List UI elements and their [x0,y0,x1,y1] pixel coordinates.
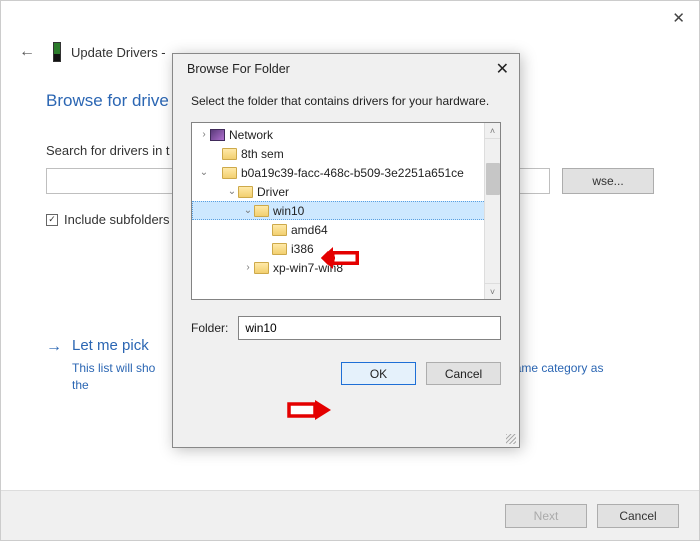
folder-icon [254,205,269,217]
close-icon[interactable]: ✕ [672,9,685,27]
next-button[interactable]: Next [505,504,587,528]
scroll-down-icon[interactable]: ˅ [485,283,500,299]
expander-icon[interactable]: › [198,129,210,140]
expander-icon[interactable]: › [242,262,254,273]
folder-icon [238,186,253,198]
folder-icon [272,224,287,236]
dialog-close-icon[interactable]: ✕ [496,59,509,79]
tree-item-driver[interactable]: ⌄ Driver [192,182,500,201]
pick-driver-link[interactable]: Let me pick [72,337,149,354]
folder-icon [222,148,237,160]
include-subfolders-label: Include subfolders [64,212,170,227]
wizard-footer: Next Cancel [1,490,699,540]
expander-icon[interactable]: ⌄ [242,205,254,216]
folder-icon [272,243,287,255]
dialog-instruction: Select the folder that contains drivers … [173,84,519,122]
expander-icon[interactable]: ⌄ [226,186,238,197]
network-icon [210,129,225,141]
tree-item-8th-sem[interactable]: 8th sem [192,144,500,163]
arrow-right-icon: → [46,338,62,356]
folder-icon [254,262,269,274]
scroll-thumb[interactable] [486,163,500,195]
annotation-arrow-icon [321,247,361,269]
annotation-arrow-icon [287,398,331,422]
tree-item-guid[interactable]: ⌄ b0a19c39-facc-468c-b509-3e2251a651ce [192,163,500,182]
tree-item-network[interactable]: › Network [192,125,500,144]
tree-item-win10[interactable]: ⌄ win10 [192,201,500,220]
wizard-cancel-button[interactable]: Cancel [597,504,679,528]
scroll-up-icon[interactable]: ˄ [485,123,500,139]
ok-button[interactable]: OK [341,362,416,385]
expander-icon[interactable]: ⌄ [198,167,210,178]
drive-icon [53,42,61,62]
folder-field-label: Folder: [191,321,228,335]
folder-icon [222,167,237,179]
browse-button[interactable]: wse... [562,168,654,194]
dialog-cancel-button[interactable]: Cancel [426,362,501,385]
folder-tree[interactable]: › Network 8th sem ⌄ b0a19c39-facc-468c-b… [191,122,501,300]
folder-name-input[interactable] [238,316,501,340]
include-subfolders-checkbox[interactable]: ✓ [46,214,58,226]
dialog-title: Browse For Folder [187,62,290,76]
tree-scrollbar[interactable]: ˄ ˅ [484,123,500,299]
tree-item-amd64[interactable]: amd64 [192,220,500,239]
wizard-title: Update Drivers - [71,45,166,60]
resize-grip-icon[interactable] [506,434,516,444]
back-arrow-icon[interactable]: ← [11,39,43,65]
